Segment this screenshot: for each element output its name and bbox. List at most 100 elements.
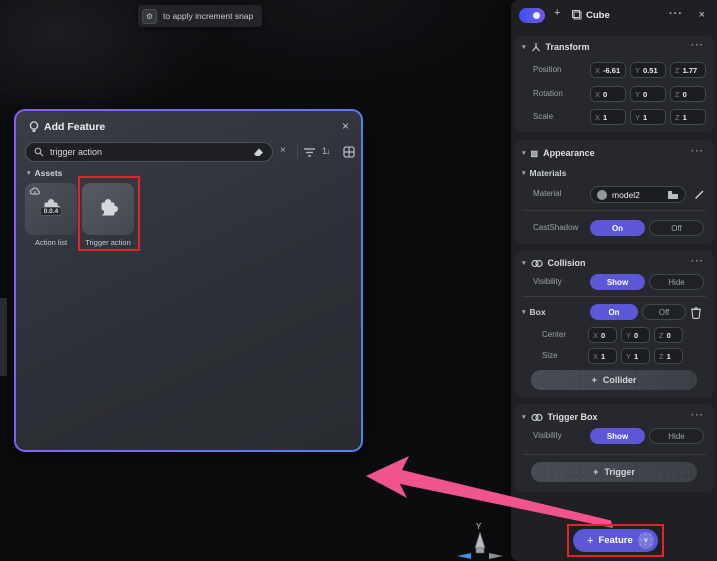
mode-toggle[interactable] (519, 8, 545, 23)
collision-section-header[interactable]: ▾ Collision (522, 258, 586, 268)
position-y-input[interactable]: Y0.51 (630, 62, 666, 78)
chevron-down-icon: ▾ (522, 149, 526, 157)
appearance-section-header[interactable]: ▾ ▨ Appearance (522, 148, 595, 158)
trash-icon[interactable] (690, 306, 702, 319)
tooltip-text: to apply increment snap (163, 11, 253, 21)
axis-value: 0 (643, 90, 647, 99)
axis-value: 0 (667, 331, 671, 340)
trigger-visibility-label: Visibility (533, 431, 562, 440)
grid-view-icon[interactable] (343, 146, 355, 158)
position-z-input[interactable]: Z1.77 (670, 62, 706, 78)
axis-letter: X (595, 113, 600, 122)
trigger-box-section-header[interactable]: ▾ Trigger Box (522, 412, 598, 422)
position-x-input[interactable]: X-6.61 (590, 62, 626, 78)
center-x-input[interactable]: X0 (588, 327, 617, 343)
castshadow-label: CastShadow (533, 223, 578, 232)
eraser-icon[interactable] (253, 147, 264, 157)
axis-letter: Z (675, 90, 680, 99)
collision-section: ▾ Collision ··· Visibility Show Hide ▾ B… (514, 250, 714, 398)
axis-value: 1 (643, 113, 647, 122)
rotation-z-input[interactable]: Z0 (670, 86, 706, 102)
section-menu-icon[interactable]: ··· (691, 146, 704, 157)
castshadow-on-button[interactable]: On (590, 220, 645, 236)
trigger-hide-button[interactable]: Hide (649, 428, 704, 444)
toolbar-divider (297, 145, 298, 159)
axis-value: -6.61 (603, 66, 620, 75)
sort-icon[interactable]: 1↓ (322, 146, 330, 156)
axis-letter: Y (635, 66, 640, 75)
panel-close-icon[interactable]: × (699, 9, 705, 21)
box-on-button[interactable]: On (590, 304, 638, 320)
chevron-down-icon: ▾ (27, 169, 31, 177)
filter-icon[interactable] (303, 147, 316, 158)
transform-section-header[interactable]: ▾ Transform (522, 42, 590, 52)
inspector-panel: + Cube ··· × ▾ Transform ··· Position X-… (511, 0, 717, 561)
translate-gizmo[interactable]: Y (447, 522, 513, 561)
panel-menu-icon[interactable]: ··· (669, 8, 683, 20)
folder-icon[interactable] (667, 190, 679, 200)
plus-icon: + (592, 375, 597, 385)
section-title: Appearance (543, 148, 595, 158)
axis-value: 0 (683, 90, 687, 99)
section-menu-icon[interactable]: ··· (691, 410, 704, 421)
collision-icon (531, 259, 543, 268)
center-z-input[interactable]: Z0 (654, 327, 683, 343)
scale-y-input[interactable]: Y1 (630, 109, 666, 125)
materials-label: Materials (530, 168, 567, 178)
size-y-input[interactable]: Y1 (621, 348, 650, 364)
asset-card-action-list[interactable]: 0.0.4 (25, 183, 77, 235)
dialog-close-icon[interactable]: × (342, 119, 349, 133)
version-badge: 0.0.4 (40, 207, 62, 216)
box-off-button[interactable]: Off (642, 304, 686, 320)
collision-visibility-label: Visibility (533, 277, 562, 286)
section-menu-icon[interactable]: ··· (691, 256, 704, 267)
size-label: Size (542, 351, 558, 360)
position-label: Position (533, 65, 561, 74)
assets-label: Assets (35, 168, 63, 178)
material-selector[interactable]: model2 (590, 186, 686, 203)
center-y-input[interactable]: Y0 (621, 327, 650, 343)
inspector-header: + Cube ··· × (511, 0, 717, 30)
axis-letter: Z (659, 352, 664, 361)
trigger-show-button[interactable]: Show (590, 428, 645, 444)
axis-value: 1 (601, 352, 605, 361)
trigger-box-icon (531, 413, 543, 422)
section-divider (522, 296, 706, 297)
feature-search-input[interactable] (25, 142, 273, 162)
search-text-field[interactable] (50, 147, 247, 157)
axis-letter: Z (675, 66, 680, 75)
rotation-x-input[interactable]: X0 (590, 86, 626, 102)
add-trigger-button[interactable]: + Trigger (531, 462, 697, 482)
clear-search-icon[interactable]: × (280, 145, 286, 156)
increment-snap-tooltip: ⚙ to apply increment snap (138, 5, 262, 27)
size-z-input[interactable]: Z1 (654, 348, 683, 364)
axis-letter: Y (626, 331, 631, 340)
assets-section-header[interactable]: ▾ Assets (27, 168, 62, 178)
material-name: model2 (612, 190, 662, 200)
material-swatch (597, 190, 607, 200)
size-x-input[interactable]: X1 (588, 348, 617, 364)
scale-z-input[interactable]: Z1 (670, 109, 706, 125)
add-icon[interactable]: + (554, 7, 560, 19)
add-collider-button[interactable]: + Collider (531, 370, 697, 390)
axis-value: 1.77 (683, 66, 698, 75)
box-subheader[interactable]: ▾ Box (522, 307, 546, 317)
chevron-down-icon: ▾ (522, 413, 526, 421)
collision-show-button[interactable]: Show (590, 274, 645, 290)
section-title: Collision (548, 258, 586, 268)
cloud-download-icon (29, 187, 41, 196)
rotation-y-input[interactable]: Y0 (630, 86, 666, 102)
materials-subheader[interactable]: ▾ Materials (522, 168, 566, 178)
collision-hide-button[interactable]: Hide (649, 274, 704, 290)
scale-x-input[interactable]: X1 (590, 109, 626, 125)
trigger-button-label: Trigger (604, 467, 635, 477)
edit-pencil-icon[interactable] (694, 189, 705, 200)
axis-letter: Z (659, 331, 664, 340)
section-divider (522, 210, 706, 211)
trigger-box-section: ▾ Trigger Box ··· Visibility Show Hide +… (514, 404, 714, 492)
highlight-box-trigger-action (78, 176, 140, 251)
transform-icon (531, 42, 541, 52)
modifier-key-icon: ⚙ (142, 9, 157, 24)
castshadow-off-button[interactable]: Off (649, 220, 704, 236)
section-menu-icon[interactable]: ··· (691, 40, 704, 51)
